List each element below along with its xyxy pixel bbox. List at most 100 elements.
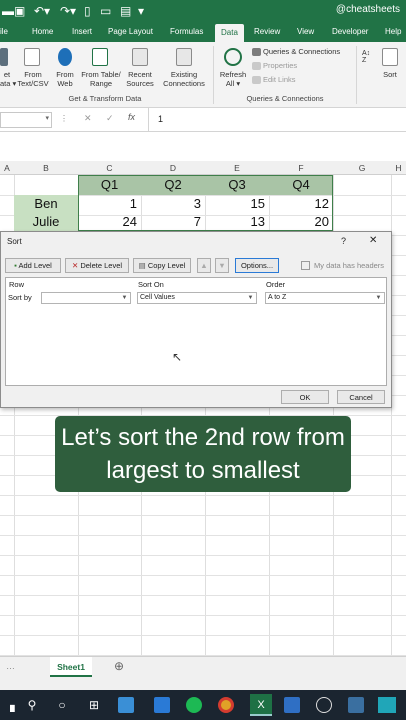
move-down-icon[interactable]: ▼ bbox=[215, 258, 229, 273]
file-explorer-icon[interactable] bbox=[118, 697, 134, 713]
get-data-button[interactable]: et ata ▾ bbox=[0, 70, 16, 88]
column-header-h[interactable]: H bbox=[391, 163, 406, 173]
copy-level-button[interactable]: ▤ Copy Level bbox=[133, 258, 191, 273]
delete-level-label: Delete Level bbox=[80, 261, 123, 270]
app-icon[interactable] bbox=[284, 697, 300, 713]
edit-links-button[interactable]: Edit Links bbox=[263, 75, 296, 84]
move-up-icon[interactable]: ▲ bbox=[197, 258, 211, 273]
properties-button[interactable]: Properties bbox=[263, 61, 297, 70]
cell-name-ben[interactable]: Ben bbox=[14, 194, 78, 214]
gridline bbox=[0, 515, 406, 516]
column-header-c[interactable]: C bbox=[78, 163, 141, 173]
column-header-g[interactable]: G bbox=[333, 163, 391, 173]
cancel-icon[interactable]: ✕ bbox=[84, 113, 92, 124]
order-select[interactable]: A to Z ▼ bbox=[265, 292, 385, 304]
column-header-b[interactable]: B bbox=[14, 163, 78, 173]
ok-button[interactable]: OK bbox=[281, 390, 329, 404]
start-icon[interactable]: ▗ bbox=[2, 697, 18, 713]
sort-by-select[interactable]: ▼ bbox=[41, 292, 131, 304]
cell-value[interactable]: 20 bbox=[269, 212, 329, 232]
sheet-tab-sheet1[interactable]: Sheet1 bbox=[50, 657, 92, 677]
cell-header-q1[interactable]: Q1 bbox=[78, 175, 141, 195]
redo-icon[interactable]: ↷▾ bbox=[60, 3, 76, 19]
column-header-d[interactable]: D bbox=[141, 163, 205, 173]
cell-value[interactable]: 3 bbox=[141, 194, 201, 214]
from-text-csv-button[interactable]: From Text/CSV bbox=[14, 70, 52, 88]
add-level-icon: ▪ bbox=[14, 261, 17, 270]
from-table-range-button[interactable]: From Table/ Range bbox=[78, 70, 124, 88]
save-icon[interactable]: ▣ bbox=[14, 3, 25, 19]
refresh-all-button[interactable]: Refresh All ▾ bbox=[218, 70, 248, 88]
headers-checkbox[interactable] bbox=[301, 261, 310, 270]
options-button[interactable]: Options... bbox=[235, 258, 279, 273]
app-icon[interactable] bbox=[348, 697, 364, 713]
print-icon[interactable]: ▤ bbox=[120, 3, 131, 19]
tab-home[interactable]: Home bbox=[32, 25, 53, 39]
customize-arrow-icon[interactable]: ▾ bbox=[138, 3, 144, 19]
sort-button[interactable]: Sort bbox=[378, 70, 402, 79]
cancel-button[interactable]: Cancel bbox=[337, 390, 385, 404]
gridline bbox=[0, 635, 406, 636]
tab-data[interactable]: Data bbox=[215, 24, 244, 42]
name-box[interactable]: ▾ bbox=[0, 112, 52, 128]
from-web-button[interactable]: From Web bbox=[52, 70, 78, 88]
queries-connections-button[interactable]: Queries & Connections bbox=[263, 47, 340, 56]
existing-connections-button[interactable]: Existing Connections bbox=[160, 70, 208, 88]
tab-view[interactable]: View bbox=[297, 25, 314, 39]
column-header-f[interactable]: F bbox=[269, 163, 333, 173]
open-folder-icon[interactable]: ▭ bbox=[100, 3, 111, 19]
refresh-icon bbox=[224, 48, 242, 66]
enter-icon[interactable]: ✓ bbox=[106, 113, 114, 124]
search-icon[interactable]: ⚲ bbox=[24, 697, 40, 713]
chrome-icon[interactable] bbox=[218, 697, 234, 713]
table-range-icon bbox=[92, 48, 108, 66]
cell-value[interactable]: 1 bbox=[78, 194, 137, 214]
tab-file[interactable]: ile bbox=[0, 25, 8, 39]
cell-header-q3[interactable]: Q3 bbox=[205, 175, 269, 195]
tab-formulas[interactable]: Formulas bbox=[170, 25, 203, 39]
get-data-icon bbox=[0, 48, 8, 66]
tab-review[interactable]: Review bbox=[254, 25, 280, 39]
add-sheet-icon[interactable]: ⊕ bbox=[114, 659, 124, 673]
sort-on-select[interactable]: Cell Values ▼ bbox=[137, 292, 257, 304]
formula-input[interactable]: 1 bbox=[158, 114, 163, 124]
column-header-a[interactable]: A bbox=[0, 163, 14, 173]
cell-header-q2[interactable]: Q2 bbox=[141, 175, 205, 195]
sort-az-icon[interactable]: A↕ Z bbox=[362, 50, 374, 64]
undo-icon[interactable]: ↶▾ bbox=[34, 3, 50, 19]
add-level-button[interactable]: ▪ Add Level bbox=[5, 258, 61, 273]
tab-help[interactable]: Help bbox=[385, 25, 401, 39]
cortana-icon[interactable]: ○ bbox=[54, 697, 70, 713]
gridline bbox=[0, 615, 406, 616]
tab-insert[interactable]: Insert bbox=[72, 25, 92, 39]
cell-header-q4[interactable]: Q4 bbox=[269, 175, 333, 195]
cell-value[interactable]: 7 bbox=[141, 212, 201, 232]
copy-level-icon: ▤ bbox=[138, 261, 146, 270]
cell-value[interactable]: 15 bbox=[205, 194, 265, 214]
delete-level-icon: ✕ bbox=[71, 261, 79, 270]
cell-name-julie[interactable]: Julie bbox=[14, 212, 78, 232]
column-label-sort-on: Sort On bbox=[138, 280, 164, 289]
cell-value[interactable]: 12 bbox=[269, 194, 329, 214]
more-dots-icon[interactable]: … bbox=[6, 661, 15, 671]
cell-value[interactable]: 24 bbox=[78, 212, 137, 232]
new-file-icon[interactable]: ▯ bbox=[84, 3, 91, 19]
help-icon[interactable]: ? bbox=[341, 236, 346, 246]
column-header-e[interactable]: E bbox=[205, 163, 269, 173]
spotify-icon[interactable] bbox=[186, 697, 202, 713]
obs-icon[interactable] bbox=[316, 697, 332, 713]
excel-icon[interactable]: X bbox=[250, 694, 272, 716]
ribbon: et ata ▾ From Text/CSV From Web From Tab… bbox=[0, 42, 406, 108]
recent-sources-button[interactable]: Recent Sources bbox=[124, 70, 156, 88]
tab-developer[interactable]: Developer bbox=[332, 25, 368, 39]
insert-function-icon[interactable]: fx bbox=[128, 112, 135, 122]
task-view-icon[interactable]: ⊞ bbox=[86, 697, 102, 713]
close-icon[interactable]: ✕ bbox=[369, 235, 377, 246]
mail-icon[interactable] bbox=[154, 697, 170, 713]
delete-level-button[interactable]: ✕ Delete Level bbox=[65, 258, 129, 273]
autosave-icon[interactable]: ▬ bbox=[2, 3, 14, 19]
cell-value[interactable]: 13 bbox=[205, 212, 265, 232]
chevron-down-icon[interactable]: ▾ bbox=[45, 114, 49, 122]
app-icon[interactable] bbox=[378, 697, 396, 713]
tab-page-layout[interactable]: Page Layout bbox=[108, 25, 153, 39]
